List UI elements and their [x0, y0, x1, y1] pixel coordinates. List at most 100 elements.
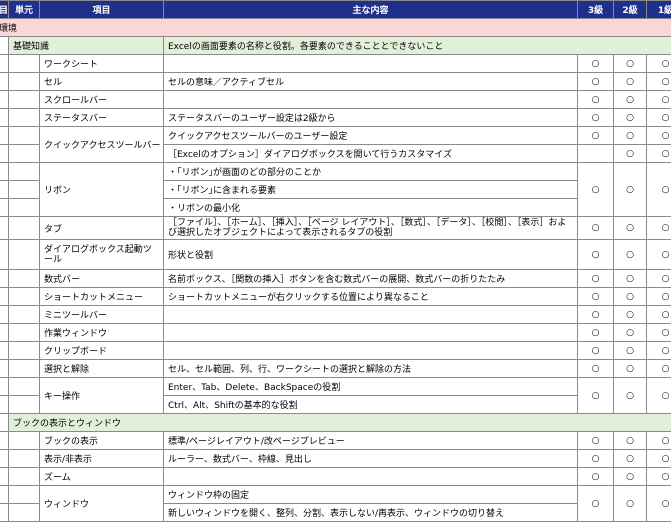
- spacer-cell: [0, 450, 9, 468]
- grade2-mark: ○: [614, 324, 647, 342]
- table-row: 選択と解除 セル、セル範囲、列、行、ワークシートの選択と解除の方法 ○ ○ ○: [0, 360, 671, 378]
- spacer-cell: [9, 306, 40, 324]
- row-item: リボン: [40, 163, 164, 217]
- row-item: クリップボード: [40, 342, 164, 360]
- spacer-cell: [0, 73, 9, 91]
- grade2-mark: ○: [614, 360, 647, 378]
- table-row: セル セルの意味／アクティブセル ○ ○ ○: [0, 73, 671, 91]
- spacer-cell: [0, 181, 9, 199]
- spacer-cell: [9, 486, 40, 504]
- grade2-mark: ○: [614, 270, 647, 288]
- spacer-cell: [9, 288, 40, 306]
- grade1-mark: ○: [647, 217, 671, 240]
- grade3-mark: ○: [578, 55, 614, 73]
- spacer-cell: [9, 360, 40, 378]
- row-item: キー操作: [40, 378, 164, 414]
- spacer-cell: [0, 109, 9, 127]
- spacer-cell: [0, 396, 9, 414]
- row-item: スクロールバー: [40, 91, 164, 109]
- grade2-mark: ○: [614, 468, 647, 486]
- spacer-cell: [9, 396, 40, 414]
- grade3-mark: ○: [578, 73, 614, 91]
- table-row: キー操作 Enter、Tab、Delete、BackSpaceの役割 ○ ○ ○: [0, 378, 671, 396]
- spacer-cell: [0, 199, 9, 217]
- header-unit: 単元: [9, 1, 40, 19]
- skills-table: 目 単元 項目 主な内容 3級 2級 1級 環境 基礎知識 Excelの画面要素…: [0, 0, 671, 522]
- row-content: Enter、Tab、Delete、BackSpaceの役割: [164, 378, 578, 396]
- spacer-cell: [9, 432, 40, 450]
- row-content: [164, 324, 578, 342]
- grade2-mark: ○: [614, 163, 647, 217]
- grade2-mark: ○: [614, 240, 647, 270]
- spacer-cell: [0, 240, 9, 270]
- spacer-cell: [0, 378, 9, 396]
- grade3-mark: ○: [578, 342, 614, 360]
- table-row: ミニツールバー ○ ○ ○: [0, 306, 671, 324]
- row-content: Ctrl、Alt、Shiftの基本的な役割: [164, 396, 578, 414]
- grade3-mark: ○: [578, 432, 614, 450]
- spacer-cell: [0, 163, 9, 181]
- row-content: 形状と役割: [164, 240, 578, 270]
- table-row: 数式バー 名前ボックス、［関数の挿入］ボタンを含む数式バーの展開、数式バーの折り…: [0, 270, 671, 288]
- table-row: リボン ・｢リボン｣が画面のどの部分のことか ○ ○ ○: [0, 163, 671, 181]
- row-item: ワークシート: [40, 55, 164, 73]
- table-row: ブックの表示 標準/ページレイアウト/改ページプレビュー ○ ○ ○: [0, 432, 671, 450]
- table-row: 表示/非表示 ルーラー、数式バー、枠線、見出し ○ ○ ○: [0, 450, 671, 468]
- row-item: ミニツールバー: [40, 306, 164, 324]
- grade3-mark: ○: [578, 378, 614, 414]
- spacer-cell: [9, 324, 40, 342]
- header-content: 主な内容: [164, 1, 578, 19]
- table-row: クイックアクセスツールバー クイックアクセスツールバーのユーザー設定 ○ ○ ○: [0, 127, 671, 145]
- spacer-cell: [0, 217, 9, 240]
- grade1-mark: ○: [647, 127, 671, 145]
- grade2-mark: ○: [614, 450, 647, 468]
- row-item: タブ: [40, 217, 164, 240]
- grade2-mark: ○: [614, 217, 647, 240]
- grade2-mark: ○: [614, 55, 647, 73]
- table-row: ショートカットメニュー ショートカットメニューが右クリックする位置により異なるこ…: [0, 288, 671, 306]
- spacer-cell: [0, 270, 9, 288]
- grade1-mark: ○: [647, 432, 671, 450]
- grade3-mark: ○: [578, 217, 614, 240]
- spacer-cell: [9, 342, 40, 360]
- table-row: ワークシート ○ ○ ○: [0, 55, 671, 73]
- header-row: 目 単元 項目 主な内容 3級 2級 1級: [0, 1, 671, 19]
- grade2-mark: ○: [614, 73, 647, 91]
- grade1-mark: ○: [647, 360, 671, 378]
- spacer-cell: [0, 306, 9, 324]
- row-content: [164, 91, 578, 109]
- grade3-mark: ○: [578, 91, 614, 109]
- row-content: [164, 55, 578, 73]
- grade3-mark: ○: [578, 306, 614, 324]
- spacer-cell: [0, 288, 9, 306]
- grade3-mark: ○: [578, 468, 614, 486]
- table-row: ステータスバー ステータスバーのユーザー設定は2級から ○ ○ ○: [0, 109, 671, 127]
- row-content: ・｢リボン｣に含まれる要素: [164, 181, 578, 199]
- row-content: クイックアクセスツールバーのユーザー設定: [164, 127, 578, 145]
- spacer-cell: [9, 145, 40, 163]
- grade2-mark: ○: [614, 109, 647, 127]
- spacer-cell: [9, 55, 40, 73]
- spacer-cell: [9, 109, 40, 127]
- grade2-mark: ○: [614, 342, 647, 360]
- category-label: 基礎知識: [9, 37, 164, 55]
- table-row: ズーム ○ ○ ○: [0, 468, 671, 486]
- spacer-cell: [9, 378, 40, 396]
- spacer-cell: [9, 73, 40, 91]
- row-item: クイックアクセスツールバー: [40, 127, 164, 163]
- grade3-mark: ○: [578, 163, 614, 217]
- spacer-cell: [0, 145, 9, 163]
- header-col0: 目: [0, 1, 9, 19]
- grade1-mark: ○: [647, 342, 671, 360]
- row-content: [164, 468, 578, 486]
- grade2-mark: ○: [614, 127, 647, 145]
- spacer-cell: [0, 37, 9, 55]
- spacer-cell: [9, 270, 40, 288]
- section-label: 環境: [0, 19, 671, 37]
- row-item: 作業ウィンドウ: [40, 324, 164, 342]
- row-item: 選択と解除: [40, 360, 164, 378]
- grade3-mark: [578, 145, 614, 163]
- row-content: ウィンドウ枠の固定: [164, 486, 578, 504]
- grade3-mark: ○: [578, 288, 614, 306]
- row-content: ・｢リボン｣が画面のどの部分のことか: [164, 163, 578, 181]
